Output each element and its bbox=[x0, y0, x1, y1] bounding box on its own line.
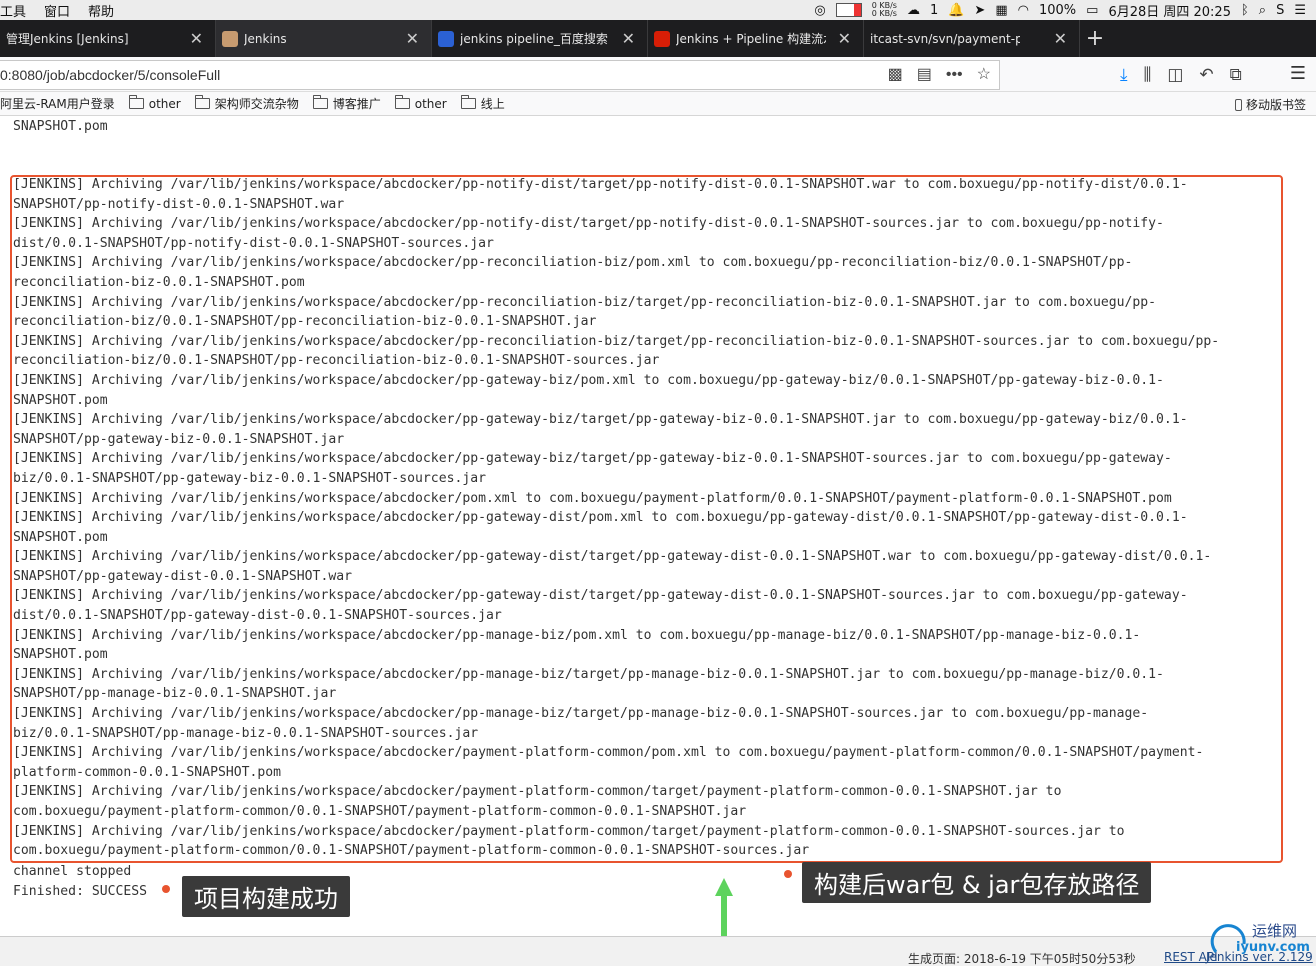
network-speed: 0 KB/s 0 KB/s bbox=[871, 1, 897, 18]
tab-strip: 管理Jenkins [Jenkins] ✕ Jenkins ✕ jenkins … bbox=[0, 20, 1316, 57]
tab-label: jenkins pipeline_百度搜索 bbox=[460, 32, 608, 46]
console-output: [JENKINS] Archiving /var/lib/jenkins/wor… bbox=[0, 117, 1316, 937]
back-history-icon[interactable]: ↶ bbox=[1199, 65, 1213, 85]
bookmark-label: 架构师交流杂物 bbox=[214, 97, 299, 111]
success-callout: 项目构建成功 bbox=[182, 876, 350, 917]
jenkins-footer: 生成页面: 2018-6-19 下午05时50分53秒 REST API Jen… bbox=[0, 936, 1316, 966]
clock[interactable]: 6月28日 周四 20:25 bbox=[1108, 1, 1231, 20]
bookmark-label: other bbox=[414, 96, 447, 111]
tab-label: Jenkins + Pipeline 构建流水线发 bbox=[676, 32, 826, 46]
memory-meter-icon bbox=[835, 3, 862, 17]
mobile-bookmarks[interactable]: 移动版书签 bbox=[1234, 96, 1306, 113]
bookmark-folder-other[interactable]: other bbox=[128, 95, 181, 111]
wechat-count: 1 bbox=[929, 2, 939, 18]
bookmark-folder-architect[interactable]: 架构师交流杂物 bbox=[194, 95, 299, 112]
watermark-name: 运维网 bbox=[1252, 922, 1298, 940]
bookmark-label: 线上 bbox=[480, 97, 505, 111]
siri-icon[interactable]: ◎ bbox=[814, 3, 825, 18]
bluetooth-icon[interactable]: ᛒ bbox=[1241, 3, 1249, 18]
bookmark-aliyun-ram[interactable]: 阿里云-RAM用户登录 bbox=[0, 95, 115, 112]
download-icon[interactable]: ⤓ bbox=[1120, 65, 1128, 85]
notification-center-icon[interactable]: ☰ bbox=[1294, 3, 1306, 18]
tab-baidu-search[interactable]: jenkins pipeline_百度搜索 ✕ bbox=[432, 20, 648, 57]
new-tab-button[interactable]: + bbox=[1080, 20, 1110, 57]
mobile-bookmarks-label: 移动版书签 bbox=[1245, 98, 1306, 112]
tab-label: 管理Jenkins [Jenkins] bbox=[6, 32, 129, 46]
console-archive-block: [JENKINS] Archiving /var/lib/jenkins/wor… bbox=[13, 177, 1220, 859]
close-tab-icon[interactable]: ✕ bbox=[190, 29, 203, 48]
url-text[interactable]: 0:8080/job/abcdocker/5/consoleFull bbox=[0, 67, 220, 83]
folder-icon bbox=[312, 95, 328, 109]
bookmarks-bar: 阿里云-RAM用户登录 other 架构师交流杂物 博客推广 other 线上 … bbox=[0, 92, 1316, 116]
callout-dot bbox=[784, 870, 792, 878]
close-tab-icon[interactable]: ✕ bbox=[1054, 29, 1067, 48]
menu-window[interactable]: 窗口 bbox=[44, 1, 70, 20]
spotlight-search-icon[interactable]: ⌕ bbox=[1259, 3, 1266, 18]
grid-icon[interactable]: ▦ bbox=[995, 3, 1007, 18]
page-actions-icon[interactable]: ••• bbox=[946, 61, 963, 89]
browser-toolbar: 0:8080/job/abcdocker/5/consoleFull ▩ ▤ •… bbox=[0, 57, 1316, 92]
bookmark-label: other bbox=[148, 96, 181, 111]
reader-view-icon[interactable]: ▤ bbox=[917, 61, 932, 89]
folder-icon bbox=[194, 95, 210, 109]
bookmark-label: 阿里云-RAM用户登录 bbox=[0, 97, 115, 111]
hamburger-menu-icon[interactable]: ☰ bbox=[1290, 63, 1306, 84]
path-callout: 构建后war包 & jar包存放路径 bbox=[802, 862, 1152, 903]
wifi-icon[interactable]: ◠ bbox=[1018, 3, 1029, 18]
close-tab-icon[interactable]: ✕ bbox=[622, 29, 635, 48]
folder-icon bbox=[460, 95, 476, 109]
battery-percent: 100% bbox=[1038, 2, 1077, 18]
url-bar[interactable]: 0:8080/job/abcdocker/5/consoleFull ▩ ▤ •… bbox=[0, 60, 1000, 90]
bookmark-folder-online[interactable]: 线上 bbox=[460, 95, 505, 112]
app-s-icon[interactable]: S bbox=[1276, 3, 1284, 18]
bell-icon[interactable]: 🔔 bbox=[948, 3, 964, 18]
phone-icon bbox=[1234, 98, 1242, 111]
screenshot-icon[interactable]: ⧉ bbox=[1230, 65, 1242, 85]
bookmark-label: 博客推广 bbox=[332, 97, 381, 111]
folder-icon bbox=[394, 95, 410, 109]
close-tab-icon[interactable]: ✕ bbox=[406, 29, 419, 48]
console-line-partial: [JENKINS] Archiving /var/lib/jenkins/wor… bbox=[13, 118, 108, 134]
close-tab-icon[interactable]: ✕ bbox=[838, 29, 851, 48]
jenkins-favicon-icon bbox=[222, 30, 238, 47]
page-generated-time: 生成页面: 2018-6-19 下午05时50分53秒 bbox=[908, 952, 1136, 966]
battery-icon[interactable]: ▭ bbox=[1086, 3, 1098, 18]
menu-help[interactable]: 帮助 bbox=[88, 1, 114, 20]
wechat-icon[interactable]: ☁ bbox=[907, 3, 920, 18]
folder-icon bbox=[128, 95, 144, 109]
bookmark-folder-other-2[interactable]: other bbox=[394, 95, 447, 111]
tab-label: itcast-svn/svn/payment-platform/c bbox=[870, 31, 1020, 46]
qr-code-icon[interactable]: ▩ bbox=[888, 61, 903, 89]
bookmark-folder-blog[interactable]: 博客推广 bbox=[312, 95, 381, 112]
library-icon[interactable]: ⫼ bbox=[1144, 65, 1152, 85]
menu-bar: 工具 窗口 帮助 ◎ 0 KB/s 0 KB/s ☁ 1 🔔 ➤ ▦ ◠ 100%… bbox=[0, 0, 1316, 20]
tab-itcast-svn[interactable]: itcast-svn/svn/payment-platform/c ✕ bbox=[864, 20, 1080, 57]
tab-jenkins-pipeline-article[interactable]: Jenkins + Pipeline 构建流水线发 ✕ bbox=[648, 20, 864, 57]
baidu-favicon-icon bbox=[438, 30, 454, 47]
csdn-favicon-icon bbox=[654, 30, 670, 47]
tab-label: Jenkins bbox=[244, 31, 287, 46]
send-icon[interactable]: ➤ bbox=[974, 3, 985, 18]
menu-tools[interactable]: 工具 bbox=[0, 1, 26, 20]
sidebar-icon[interactable]: ◫ bbox=[1167, 65, 1183, 85]
tab-manage-jenkins[interactable]: 管理Jenkins [Jenkins] ✕ bbox=[0, 20, 216, 57]
console-tail: channel stopped Finished: SUCCESS bbox=[13, 864, 148, 899]
watermark-logo: 运维网 iyunv.com bbox=[1208, 918, 1316, 966]
callout-dot bbox=[162, 885, 170, 893]
watermark-domain: iyunv.com bbox=[1236, 940, 1310, 955]
bookmark-star-icon[interactable]: ☆ bbox=[977, 61, 991, 89]
tab-jenkins[interactable]: Jenkins ✕ bbox=[216, 20, 432, 57]
